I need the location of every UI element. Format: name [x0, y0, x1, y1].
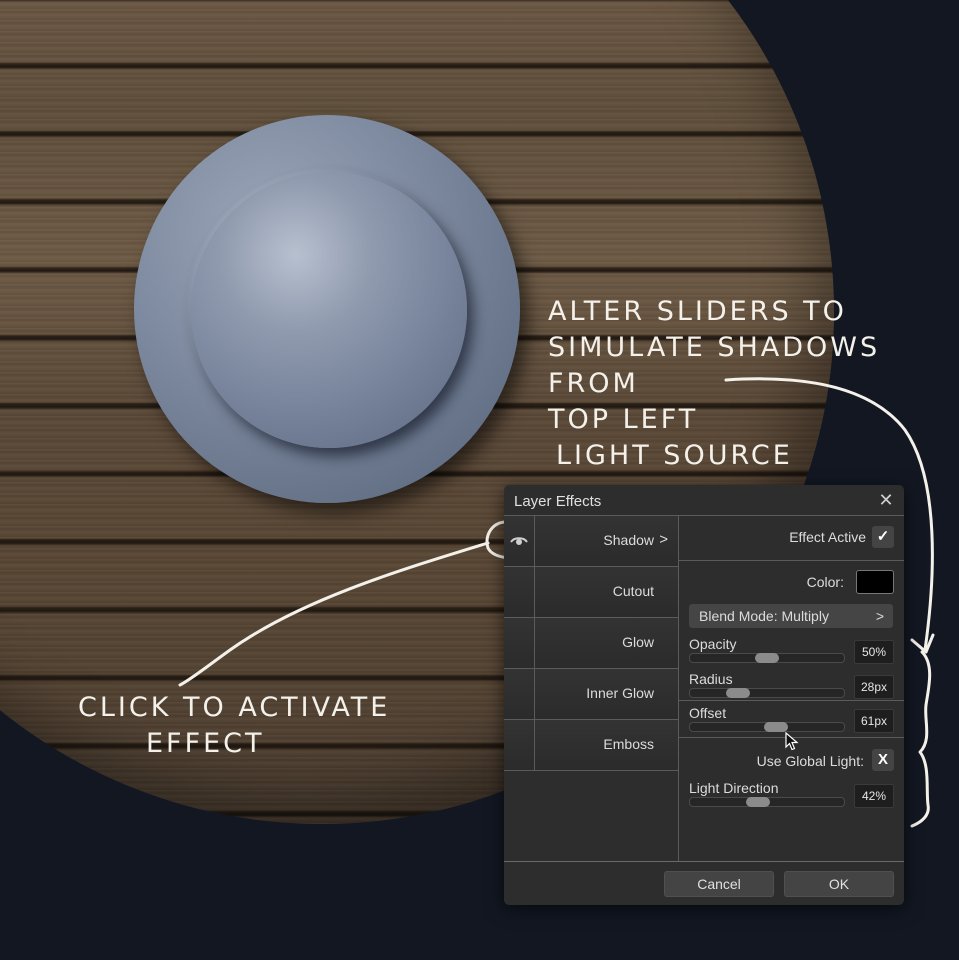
- radius-value[interactable]: 28px: [854, 675, 894, 699]
- dialog-body: Shadow > Cutout Glow Inner Glow Emboss E…: [504, 515, 904, 862]
- dialog-title: Layer Effects: [514, 493, 602, 510]
- visibility-toggle[interactable]: [504, 720, 535, 770]
- effect-label: Cutout: [612, 583, 654, 599]
- offset-label: Offset: [689, 705, 727, 721]
- note-line: top left: [548, 404, 699, 435]
- use-global-light-checkbox[interactable]: X: [872, 749, 894, 771]
- effect-label: Glow: [622, 634, 654, 650]
- annotation-note-activate: Click to activate effect: [78, 690, 458, 762]
- effect-item-emboss[interactable]: Emboss: [504, 720, 678, 771]
- note-line: effect: [146, 728, 265, 759]
- visibility-toggle[interactable]: [504, 618, 535, 668]
- radius-label: Radius: [689, 671, 733, 687]
- layer-effects-dialog: Layer Effects ✕ Shadow > Cutout Glow Inn…: [504, 485, 904, 905]
- chevron-right-icon: >: [659, 531, 668, 548]
- light-direction-slider[interactable]: [689, 797, 845, 807]
- light-direction-label: Light Direction: [689, 780, 779, 796]
- chevron-right-icon: >: [875, 608, 884, 624]
- slider-handle[interactable]: [764, 722, 789, 732]
- effects-list: Shadow > Cutout Glow Inner Glow Emboss: [504, 516, 679, 861]
- color-label: Color:: [806, 574, 844, 590]
- blend-mode-dropdown[interactable]: Blend Mode: Multiply >: [689, 604, 893, 628]
- eye-icon: [510, 537, 528, 545]
- effect-label: Inner Glow: [586, 685, 654, 701]
- effect-active-checkbox[interactable]: ✓: [872, 526, 894, 548]
- effect-active-section: Effect Active ✓: [679, 516, 904, 561]
- offset-value[interactable]: 61px: [854, 709, 894, 733]
- effect-item-shadow[interactable]: Shadow >: [504, 516, 678, 567]
- effect-item-inner-glow[interactable]: Inner Glow: [504, 669, 678, 720]
- blend-mode-label: Blend Mode: Multiply: [699, 608, 829, 624]
- effect-item-glow[interactable]: Glow: [504, 618, 678, 669]
- note-line: simulate shadows from: [548, 332, 881, 399]
- radius-slider[interactable]: [689, 688, 845, 698]
- slider-handle[interactable]: [745, 797, 770, 807]
- effect-label: Shadow: [603, 532, 654, 548]
- annotation-brace: [910, 650, 932, 828]
- note-line: light source: [556, 440, 793, 471]
- annotation-arrowhead: [910, 633, 935, 654]
- cancel-button[interactable]: Cancel: [664, 871, 774, 897]
- mouse-cursor-icon: [785, 732, 799, 751]
- visibility-toggle[interactable]: [504, 516, 535, 566]
- offset-slider[interactable]: [689, 722, 845, 732]
- annotation-note-sliders: Alter sliders to simulate shadows from t…: [548, 294, 948, 474]
- effect-active-label: Effect Active: [789, 529, 866, 545]
- ok-button[interactable]: OK: [784, 871, 894, 897]
- radius-offset-section: Radius 28px Offset 61px: [679, 655, 904, 738]
- close-icon[interactable]: ✕: [876, 489, 896, 511]
- global-light-section: Use Global Light: X Light Direction 42%: [679, 738, 904, 861]
- use-global-light-label: Use Global Light:: [756, 753, 864, 769]
- visibility-toggle[interactable]: [504, 567, 535, 617]
- visibility-toggle[interactable]: [504, 669, 535, 719]
- light-direction-value[interactable]: 42%: [854, 784, 894, 808]
- effect-item-cutout[interactable]: Cutout: [504, 567, 678, 618]
- metal-boss-dome: [191, 172, 467, 448]
- effect-label: Emboss: [603, 736, 654, 752]
- color-swatch[interactable]: [856, 570, 894, 594]
- note-line: Alter sliders to: [548, 296, 847, 327]
- slider-handle[interactable]: [725, 688, 750, 698]
- note-line: Click to activate: [78, 692, 391, 723]
- effect-properties: Effect Active ✓ Color: Blend Mode: Multi…: [679, 516, 904, 861]
- opacity-label: Opacity: [689, 636, 737, 652]
